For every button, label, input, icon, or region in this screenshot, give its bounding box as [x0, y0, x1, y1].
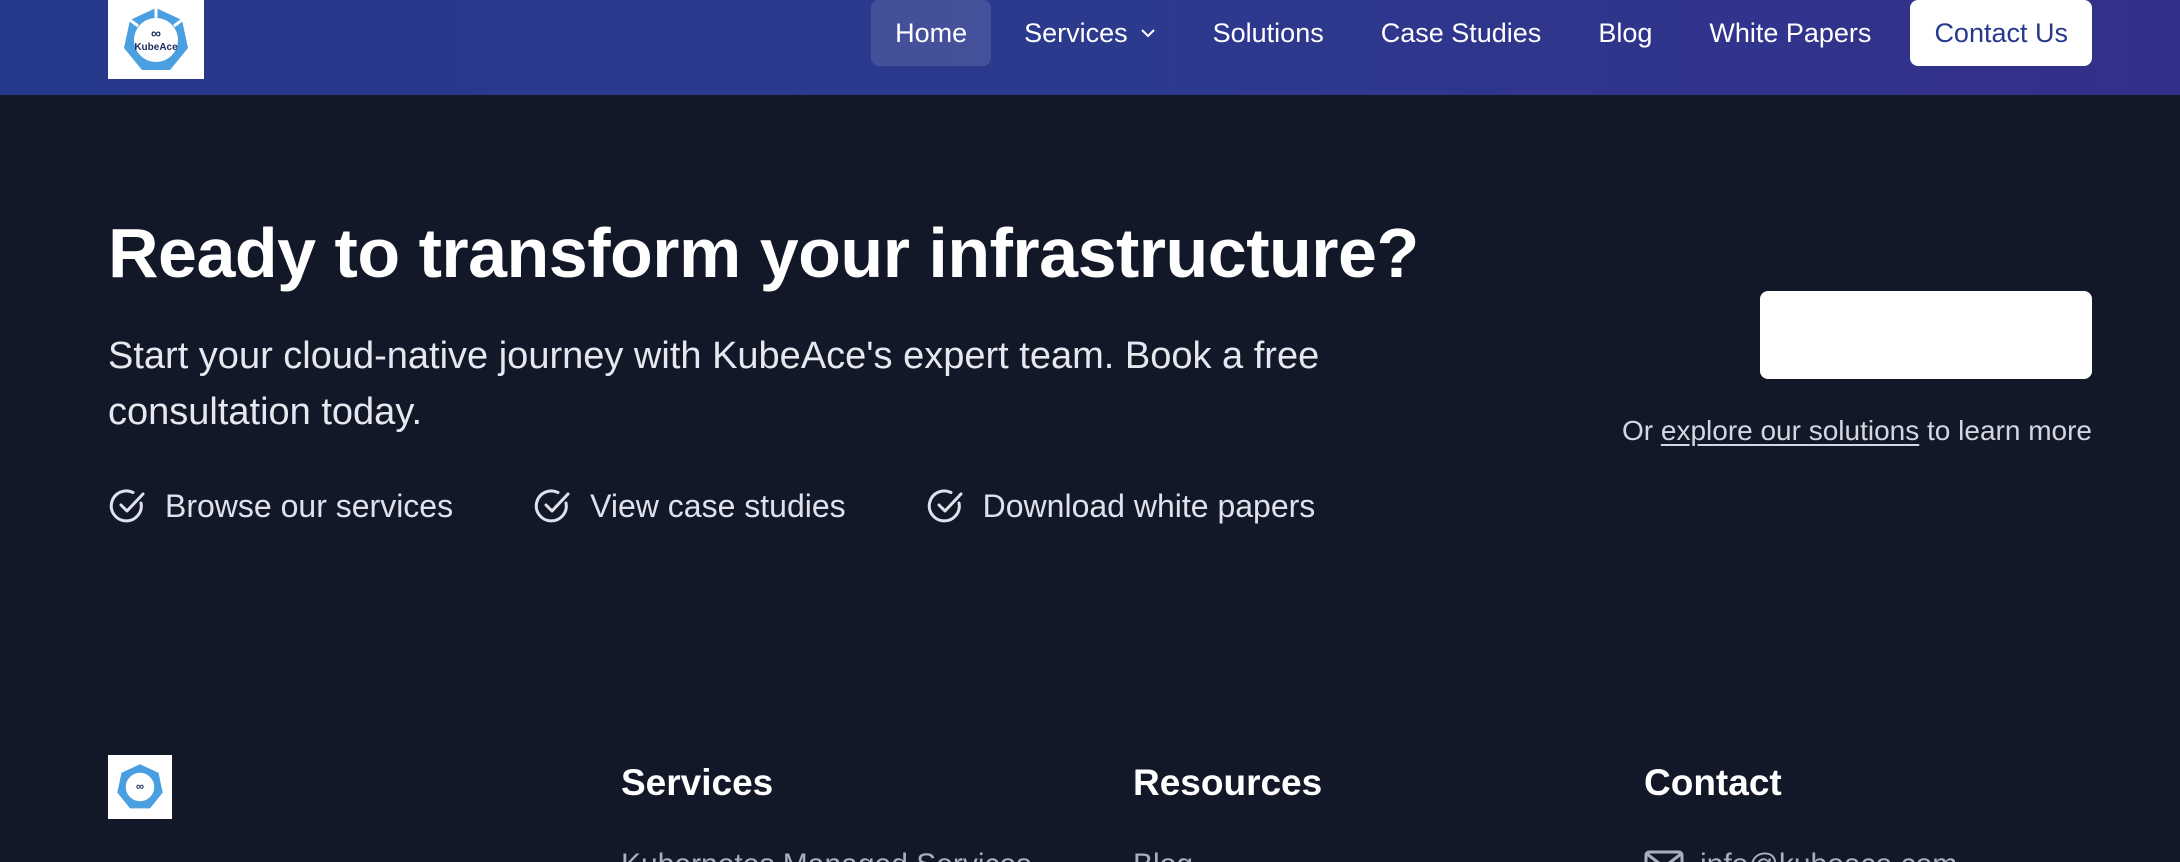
footer-resources-link[interactable]: Blog [1133, 848, 1193, 862]
nav-solutions[interactable]: Solutions [1189, 0, 1348, 66]
explore-suffix: to learn more [1919, 415, 2092, 446]
top-navbar: ∞ KubeAce Home Services Solutions Case S… [0, 0, 2180, 95]
explore-solutions-text: Or explore our solutions to learn more [1622, 415, 2092, 447]
primary-nav: Home Services Solutions Case Studies Blo… [862, 0, 2092, 66]
footer-logo[interactable]: ∞ [108, 755, 172, 819]
footer-contact-email[interactable]: info@kubeace.com [1700, 848, 1957, 862]
check-circle-icon [108, 486, 148, 526]
hero-title: Ready to transform your infrastructure? [108, 214, 1419, 292]
explore-prefix: Or [1621, 415, 1661, 446]
chevron-down-icon [1140, 28, 1156, 38]
nav-white-papers[interactable]: White Papers [1685, 0, 1895, 66]
check-browse-services-label: Browse our services [165, 487, 454, 524]
check-view-case-studies: View case studies [533, 486, 846, 526]
footer-services-heading: Services [621, 762, 774, 803]
nav-blog-label: Blog [1598, 17, 1653, 48]
nav-solutions-label: Solutions [1212, 17, 1324, 48]
footer-resources-heading: Resources [1133, 762, 1323, 803]
check-download-white-papers: Download white papers [926, 486, 1316, 526]
check-view-case-studies-label: View case studies [590, 487, 846, 524]
nav-blog[interactable]: Blog [1574, 0, 1676, 66]
footer-services-link[interactable]: Kubernetes Managed Services [621, 848, 1031, 862]
check-download-white-papers-label: Download white papers [982, 487, 1316, 524]
mail-icon [1644, 850, 1684, 862]
nav-case-studies-label: Case Studies [1380, 17, 1542, 48]
book-consultation-button[interactable] [1760, 291, 2092, 379]
hero-checklist: Browse our services View case studies Do… [108, 486, 1395, 526]
contact-us-button[interactable]: Contact Us [1910, 0, 2092, 66]
kubeace-logo-icon: ∞ KubeAce [124, 7, 188, 70]
nav-services-label: Services [1024, 17, 1128, 48]
check-browse-services: Browse our services [108, 486, 453, 526]
footer-contact-heading: Contact [1644, 762, 1782, 803]
svg-text:KubeAce: KubeAce [134, 42, 178, 53]
svg-text:∞: ∞ [136, 781, 144, 793]
explore-solutions-link[interactable]: explore our solutions [1661, 415, 1919, 446]
svg-text:∞: ∞ [151, 25, 161, 41]
check-circle-icon [533, 486, 573, 526]
kubeace-logo[interactable]: ∞ KubeAce [108, 0, 204, 79]
nav-home-label: Home [895, 17, 968, 48]
nav-home[interactable]: Home [871, 0, 992, 66]
hero-subtitle: Start your cloud-native journey with Kub… [108, 335, 1320, 433]
check-circle-icon [926, 486, 966, 526]
kubeace-logo-icon: ∞ [117, 764, 163, 809]
nav-case-studies[interactable]: Case Studies [1357, 0, 1566, 66]
nav-services[interactable]: Services [1000, 0, 1180, 66]
nav-white-papers-label: White Papers [1709, 17, 1872, 48]
